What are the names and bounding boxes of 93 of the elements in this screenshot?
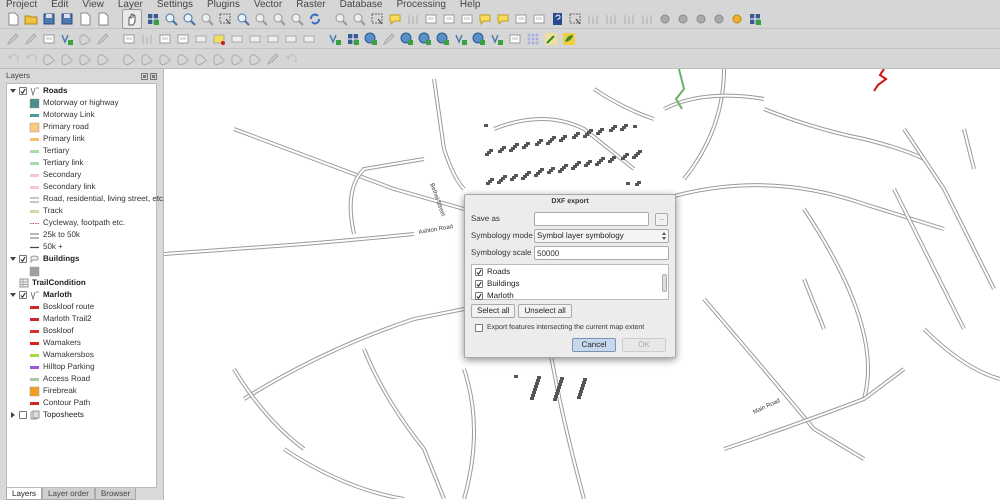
pencil-icon[interactable] (24, 32, 38, 46)
legend-label: Boskloof route (43, 301, 94, 313)
legend-label: Boskloof (43, 325, 74, 337)
plugin-icon[interactable] (562, 32, 576, 46)
field-label: Symbology mode (471, 230, 533, 242)
legend-label: Track (43, 205, 63, 217)
close-icon[interactable] (150, 72, 157, 80)
line-layer-icon (30, 290, 40, 300)
menu-item[interactable]: View (82, 0, 104, 10)
layer-name: Marloth (487, 290, 514, 302)
trail-line (873, 69, 888, 92)
menu-item[interactable]: Vector (254, 0, 282, 10)
legend-label: Primary road (43, 121, 89, 133)
menu-item[interactable]: Settings (156, 0, 194, 10)
new-document-icon[interactable] (6, 12, 20, 26)
zoom-in-icon[interactable] (164, 12, 178, 26)
legend-label: 50k + (43, 241, 63, 253)
palette-icon[interactable] (526, 32, 540, 46)
layer-name[interactable]: Roads (43, 85, 68, 97)
layer-checkbox[interactable] (19, 291, 27, 299)
extent-checkbox[interactable] (475, 324, 483, 332)
legend-label: Road, residential, living street, etc. (43, 193, 166, 205)
legend-label: Wamakers (43, 337, 81, 349)
layer-checkbox[interactable] (475, 292, 483, 300)
legend-label: Tertiary link (43, 157, 84, 169)
legend-label: Access Road (43, 373, 90, 385)
updown-arrow-icon (662, 232, 666, 240)
pencil-icon[interactable] (266, 52, 280, 66)
menu-item[interactable]: Database (340, 0, 382, 10)
layer-name[interactable]: Marloth (43, 289, 72, 301)
layer-checkbox[interactable] (475, 280, 483, 288)
polygon-layer-icon (30, 254, 40, 264)
panel-title: Layers (6, 70, 30, 82)
legend-label: Contour Path (43, 397, 90, 409)
symbology-mode-dropdown[interactable]: Symbol layer symbology (534, 229, 669, 243)
legend-label: Secondary link (43, 181, 96, 193)
legend-label: Marloth Trail2 (43, 313, 92, 325)
menu-item[interactable]: Plugins (207, 0, 240, 10)
zoom-out-icon[interactable] (182, 12, 196, 26)
layer-checkbox[interactable] (475, 268, 483, 276)
legend-label: 25k to 50k (43, 229, 80, 241)
layer-checkbox[interactable] (19, 87, 27, 95)
expand-arrow-icon[interactable] (10, 412, 16, 418)
layer-list[interactable]: Roads Buildings Marloth (471, 264, 669, 300)
legend-label: Wamakersbos (43, 349, 94, 361)
line-layer-icon (30, 86, 40, 96)
save-as-icon[interactable] (60, 12, 74, 26)
field-label: Symbology scale (471, 247, 532, 259)
legend-label: Motorway or highway (43, 97, 119, 109)
panel-tab[interactable]: Browser (94, 488, 136, 500)
collapse-arrow-icon[interactable] (10, 292, 16, 298)
menu-item[interactable]: Edit (51, 0, 68, 10)
field-label: Save as (471, 213, 501, 225)
menu-item[interactable]: Layer (118, 0, 143, 10)
scrollbar-thumb[interactable] (662, 274, 667, 292)
layer-checkbox[interactable] (19, 411, 27, 419)
file-path-field[interactable] (534, 212, 649, 226)
legend-label: Hilltop Parking (43, 361, 95, 373)
dialog-button[interactable]: Cancel (572, 338, 616, 352)
layer-checkbox[interactable] (19, 255, 27, 263)
layer-name[interactable]: TrailCondition (32, 277, 86, 289)
table-icon (19, 278, 29, 288)
menu-item[interactable]: Processing (396, 0, 446, 10)
panel-tab[interactable]: Layers (6, 488, 42, 500)
collapse-arrow-icon[interactable] (10, 88, 16, 94)
legend-label: Tertiary (43, 145, 70, 157)
dialog-button: OK (622, 338, 666, 352)
panel-tab[interactable]: Layer order (42, 488, 95, 500)
legend-label: Motorway Link (43, 109, 95, 121)
help-book-icon[interactable] (550, 12, 564, 26)
trail-line (674, 69, 686, 110)
layer-name[interactable]: Buildings (43, 253, 80, 265)
collapse-arrow-icon[interactable] (10, 256, 16, 262)
legend-label: Primary link (43, 133, 85, 145)
save-icon[interactable] (42, 12, 56, 26)
layer-name: Buildings (487, 278, 520, 290)
refresh-icon[interactable] (308, 12, 322, 26)
legend-label: Secondary (43, 169, 82, 181)
unselect-all-button[interactable]: Unselect all (518, 304, 572, 318)
select-all-button[interactable]: Select all (471, 304, 516, 318)
zoom-layer-icon[interactable] (236, 12, 250, 26)
legend-label: Cycleway, footpath etc. (43, 217, 126, 229)
float-icon[interactable] (141, 72, 148, 80)
menu-item[interactable]: Help (460, 0, 480, 10)
layer-name[interactable]: Toposheets (43, 409, 84, 421)
plugin-icon[interactable] (544, 32, 558, 46)
legend-label: Firebreak (43, 385, 77, 397)
pencil-icon[interactable] (6, 32, 20, 46)
menu-item[interactable]: Raster (296, 0, 326, 10)
raster-group-icon (30, 410, 40, 420)
scale-field[interactable]: 50000 (534, 246, 669, 260)
menu-item[interactable]: Project (6, 0, 38, 10)
layer-name: Roads (487, 266, 510, 278)
